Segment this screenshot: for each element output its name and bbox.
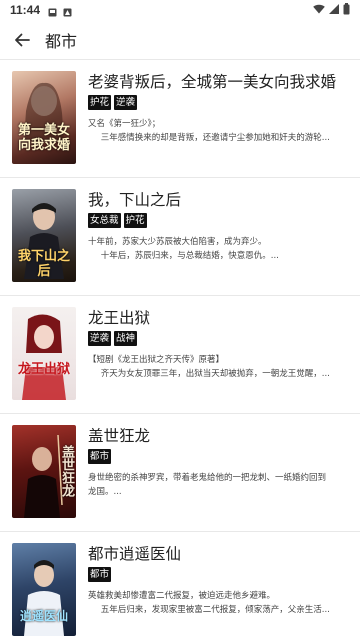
tag: 战神 bbox=[114, 331, 138, 346]
book-description: 英雄救美却惨遭富二代报复，被迫远走他乡避难。 五年后归来，发现家里被富二代报复，… bbox=[88, 589, 348, 631]
book-title: 都市逍遥医仙 bbox=[88, 545, 182, 563]
tag: 护花 bbox=[123, 213, 147, 228]
notification-icon bbox=[63, 6, 72, 16]
book-title: 龙王出狱 bbox=[88, 309, 151, 327]
tag-list: 都市 bbox=[88, 449, 348, 464]
book-cover: 我下山之后 bbox=[12, 189, 76, 282]
book-item[interactable]: 我下山之后 我，下山之后 女总裁 护花 十年前，苏家大少苏辰被大伯陷害，成为弃少… bbox=[0, 178, 360, 296]
book-item[interactable]: 第一美女向我求婚 老婆背叛后，全城第一美女向我求婚 护花 逆袭 又名《第一狂少》… bbox=[0, 60, 360, 178]
description-line: 十年前，苏家大少苏辰被大伯陷害，成为弃少。 bbox=[88, 237, 267, 247]
signal-icon bbox=[329, 3, 339, 17]
tag: 逆袭 bbox=[114, 95, 138, 110]
cover-title: 盖世狂龙 bbox=[59, 445, 74, 497]
description-line: 又名《第一狂少》； bbox=[88, 119, 161, 129]
book-description: 【短剧《龙王出狱之齐天传》原著】 齐天为女友顶罪三年，出狱当天却被抛弃，一朝龙王… bbox=[88, 353, 348, 395]
book-list: 第一美女向我求婚 老婆背叛后，全城第一美女向我求婚 护花 逆袭 又名《第一狂少》… bbox=[0, 60, 360, 640]
tag-list: 逆袭 战神 bbox=[88, 331, 348, 346]
media-icon bbox=[48, 6, 57, 16]
book-title: 我，下山之后 bbox=[88, 191, 182, 209]
arrow-left-icon bbox=[15, 33, 30, 46]
tag: 都市 bbox=[88, 567, 112, 582]
battery-icon bbox=[343, 2, 350, 18]
book-cover: 逍遥医仙 bbox=[12, 543, 76, 636]
cover-title: 第一美女向我求婚 bbox=[17, 123, 70, 153]
book-item[interactable]: 盖世狂龙 盖世狂龙 都市 身世绝密的杀神罗宾，带着老鬼给他的一把龙刺、一纸婚约回… bbox=[0, 414, 360, 532]
cover-title: 我下山之后 bbox=[17, 249, 70, 279]
description-line: 三年感情换来的却是背叛，还邀请宁尘参加她和奸夫的游轮... bbox=[100, 133, 330, 143]
status-time: 11:44 bbox=[10, 3, 41, 17]
top-app-bar: 都市 bbox=[0, 20, 360, 60]
description-line: 齐天为女友顶罪三年，出狱当天却被抛弃，一朝龙王觉醒，... bbox=[100, 369, 330, 379]
description-line: 龙国。... bbox=[88, 487, 122, 497]
description-line: 身世绝密的杀神罗宾，带着老鬼给他的一把龙刺、一纸婚约回到 bbox=[88, 473, 327, 483]
description-line: 英雄救美却惨遭富二代报复，被迫远走他乡避难。 bbox=[88, 591, 276, 601]
tag: 逆袭 bbox=[88, 331, 112, 346]
book-item[interactable]: 逍遥医仙 都市逍遥医仙 都市 英雄救美却惨遭富二代报复，被迫远走他乡避难。 五年… bbox=[0, 532, 360, 640]
description-line: 五年后归来，发现家里被富二代报复，倾家荡产，父亲生活... bbox=[100, 605, 330, 615]
book-cover: 龙王出狱 bbox=[12, 307, 76, 400]
book-item[interactable]: 龙王出狱 龙王出狱 逆袭 战神 【短剧《龙王出狱之齐天传》原著】 齐天为女友顶罪… bbox=[0, 296, 360, 414]
status-right-icons bbox=[313, 2, 350, 18]
book-cover: 盖世狂龙 bbox=[12, 425, 76, 518]
tag-list: 女总裁 护花 bbox=[88, 213, 348, 228]
back-button[interactable] bbox=[10, 28, 34, 52]
book-description: 身世绝密的杀神罗宾，带着老鬼给他的一把龙刺、一纸婚约回到 龙国。... bbox=[88, 471, 348, 513]
cover-title: 逍遥医仙 bbox=[19, 609, 68, 623]
page-title: 都市 bbox=[45, 31, 78, 51]
book-cover: 第一美女向我求婚 bbox=[12, 71, 76, 164]
tag: 女总裁 bbox=[88, 213, 121, 228]
book-title: 盖世狂龙 bbox=[88, 427, 151, 445]
book-description: 又名《第一狂少》； 三年感情换来的却是背叛，还邀请宁尘参加她和奸夫的游轮... bbox=[88, 117, 348, 159]
tag-list: 护花 逆袭 bbox=[88, 95, 348, 110]
status-bar: 11:44 bbox=[0, 0, 360, 20]
description-line: 十年后，苏辰归来，与总裁结婚，快意恩仇。... bbox=[100, 251, 279, 261]
tag: 护花 bbox=[88, 95, 112, 110]
cover-title: 龙王出狱 bbox=[17, 362, 70, 377]
tag: 都市 bbox=[88, 449, 112, 464]
tag-list: 都市 bbox=[88, 567, 348, 582]
book-description: 十年前，苏家大少苏辰被大伯陷害，成为弃少。 十年后，苏辰归来，与总裁结婚，快意恩… bbox=[88, 235, 348, 277]
wifi-icon bbox=[313, 3, 325, 17]
book-title: 老婆背叛后，全城第一美女向我求婚 bbox=[88, 73, 337, 91]
description-line: 【短剧《龙王出狱之齐天传》原著】 bbox=[88, 355, 225, 365]
